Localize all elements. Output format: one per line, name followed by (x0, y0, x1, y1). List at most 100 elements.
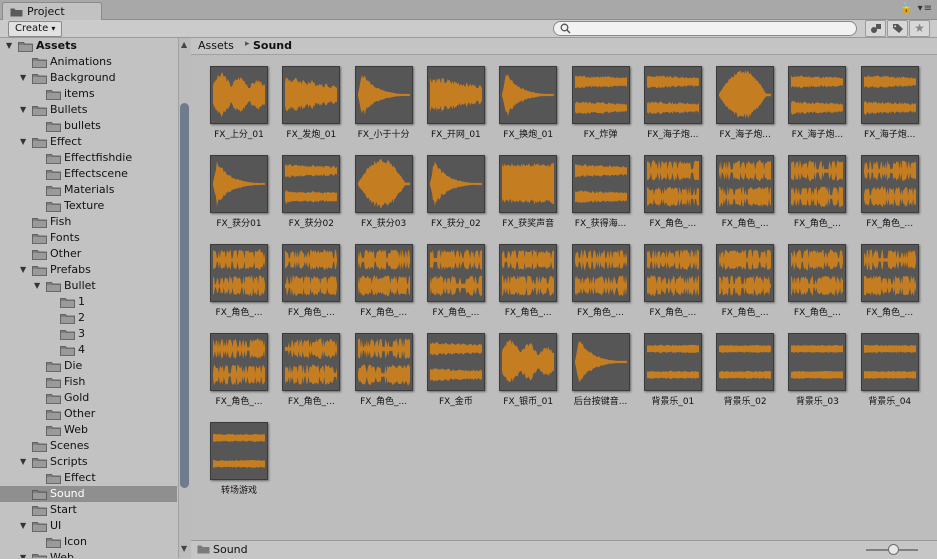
tree-item-assets[interactable]: ▼ Assets (0, 38, 177, 54)
asset-tile[interactable]: FX_角色_... (570, 244, 632, 330)
search-input[interactable] (574, 22, 844, 33)
expand-arrow-icon[interactable]: ▼ (20, 105, 26, 114)
tree-item-2[interactable]: 2 (0, 310, 177, 326)
expand-arrow-icon[interactable]: ▼ (20, 265, 26, 274)
tree-item-items[interactable]: items (0, 86, 177, 102)
asset-tile[interactable]: FX_发炮_01 (280, 66, 342, 152)
asset-tile[interactable]: FX_获分_02 (425, 155, 487, 241)
asset-tile[interactable]: FX_角色_... (786, 244, 848, 330)
tree-item-4[interactable]: 4 (0, 342, 177, 358)
audio-clip-icon (571, 333, 630, 391)
favorite-button[interactable]: ★ (909, 20, 930, 37)
asset-tile[interactable]: FX_上分_01 (208, 66, 270, 152)
asset-tile[interactable]: FX_金币 (425, 333, 487, 419)
asset-tile[interactable]: 背景乐_04 (859, 333, 921, 419)
asset-tile[interactable]: FX_角色_... (280, 333, 342, 419)
asset-tile[interactable]: FX_小于十分 (353, 66, 415, 152)
tree-item-background[interactable]: ▼ Background (0, 70, 177, 86)
tab-project[interactable]: Project (2, 2, 102, 20)
asset-tile[interactable]: FX_角色_... (859, 244, 921, 330)
tree-item-effectscene[interactable]: Effectscene (0, 166, 177, 182)
asset-tile[interactable]: 背景乐_03 (786, 333, 848, 419)
tree-item-animations[interactable]: Animations (0, 54, 177, 70)
filter-by-label-button[interactable] (887, 20, 908, 37)
asset-tile[interactable]: 转场游戏 (208, 422, 270, 508)
search-field[interactable] (553, 21, 857, 36)
tree-item-scenes[interactable]: Scenes (0, 438, 177, 454)
asset-tile[interactable]: FX_海子炮... (714, 66, 776, 152)
create-button[interactable]: Create ▾ (8, 21, 63, 37)
asset-tile[interactable]: FX_角色_... (280, 244, 342, 330)
tree-item-effectfishdie[interactable]: Effectfishdie (0, 150, 177, 166)
scrollbar-thumb[interactable] (180, 103, 189, 488)
tree-item-icon[interactable]: Icon (0, 534, 177, 550)
asset-tile[interactable]: FX_获奖声音 (497, 155, 559, 241)
tree-item-fish[interactable]: Fish (0, 214, 177, 230)
asset-tile[interactable]: FX_角色_... (786, 155, 848, 241)
expand-arrow-icon[interactable]: ▼ (20, 137, 26, 146)
tree-item-materials[interactable]: Materials (0, 182, 177, 198)
breadcrumb-assets[interactable]: Assets (198, 39, 234, 52)
tree-item-ui[interactable]: ▼ UI (0, 518, 177, 534)
asset-tile[interactable]: FX_获分01 (208, 155, 270, 241)
tree-item-bullets[interactable]: bullets (0, 118, 177, 134)
asset-tile[interactable]: FX_角色_... (353, 244, 415, 330)
tree-item-bullet[interactable]: ▼ Bullet (0, 278, 177, 294)
asset-tile[interactable]: FX_角色_... (497, 244, 559, 330)
expand-arrow-icon[interactable]: ▼ (6, 41, 12, 50)
asset-tile[interactable]: 背景乐_02 (714, 333, 776, 419)
asset-tile[interactable]: FX_海子炮... (786, 66, 848, 152)
tree-item-gold[interactable]: Gold (0, 390, 177, 406)
asset-tile[interactable]: FX_获分02 (280, 155, 342, 241)
tree-item-fish[interactable]: Fish (0, 374, 177, 390)
expand-arrow-icon[interactable]: ▼ (20, 457, 26, 466)
tree-item-prefabs[interactable]: ▼ Prefabs (0, 262, 177, 278)
tree-item-web[interactable]: Web (0, 422, 177, 438)
expand-arrow-icon[interactable]: ▼ (20, 553, 26, 558)
asset-tile[interactable]: FX_角色_... (208, 333, 270, 419)
scroll-up-arrow-icon[interactable]: ▲ (181, 40, 187, 49)
tree-item-web[interactable]: ▼ Web (0, 550, 177, 558)
asset-tile[interactable]: FX_角色_... (859, 155, 921, 241)
tab-lock-menu-icon[interactable]: 🔒 ▾≡ (900, 3, 933, 14)
asset-tile[interactable]: FX_获分03 (353, 155, 415, 241)
tree-item-bullets[interactable]: ▼ Bullets (0, 102, 177, 118)
asset-tile[interactable]: 背景乐_01 (642, 333, 704, 419)
asset-tile[interactable]: FX_角色_... (208, 244, 270, 330)
expand-arrow-icon[interactable]: ▼ (34, 281, 40, 290)
expand-arrow-icon[interactable]: ▼ (20, 521, 26, 530)
asset-tile[interactable]: FX_角色_... (642, 155, 704, 241)
asset-tile[interactable]: FX_角色_... (353, 333, 415, 419)
tree-item-3[interactable]: 3 (0, 326, 177, 342)
tree-item-effect[interactable]: Effect (0, 470, 177, 486)
icon-size-slider-handle[interactable] (888, 544, 899, 555)
asset-tile[interactable]: FX_角色_... (642, 244, 704, 330)
asset-tile[interactable]: 后台按键音... (570, 333, 632, 419)
asset-tile[interactable]: FX_角色_... (425, 244, 487, 330)
audio-clip-icon (788, 333, 847, 391)
tree-item-fonts[interactable]: Fonts (0, 230, 177, 246)
scroll-down-arrow-icon[interactable]: ▼ (181, 544, 187, 553)
filter-by-type-button[interactable] (865, 20, 886, 37)
asset-tile[interactable]: FX_银币_01 (497, 333, 559, 419)
asset-tile[interactable]: FX_开网_01 (425, 66, 487, 152)
asset-tile[interactable]: FX_海子炮... (642, 66, 704, 152)
folder-tree-scrollbar[interactable]: ▲ ▼ (178, 38, 191, 558)
tree-item-die[interactable]: Die (0, 358, 177, 374)
tree-item-effect[interactable]: ▼ Effect (0, 134, 177, 150)
tree-item-other[interactable]: Other (0, 246, 177, 262)
tree-item-texture[interactable]: Texture (0, 198, 177, 214)
tree-item-1[interactable]: 1 (0, 294, 177, 310)
expand-arrow-icon[interactable]: ▼ (20, 73, 26, 82)
tree-item-scripts[interactable]: ▼ Scripts (0, 454, 177, 470)
tree-item-start[interactable]: Start (0, 502, 177, 518)
tree-item-other[interactable]: Other (0, 406, 177, 422)
asset-tile[interactable]: FX_换炮_01 (497, 66, 559, 152)
asset-tile[interactable]: FX_获得海... (570, 155, 632, 241)
asset-tile[interactable]: FX_炸弹 (570, 66, 632, 152)
tree-item-sound[interactable]: Sound (0, 486, 177, 502)
asset-tile[interactable]: FX_角色_... (714, 244, 776, 330)
breadcrumb-sound[interactable]: Sound (253, 39, 292, 52)
asset-tile[interactable]: FX_海子炮... (859, 66, 921, 152)
asset-tile[interactable]: FX_角色_... (714, 155, 776, 241)
